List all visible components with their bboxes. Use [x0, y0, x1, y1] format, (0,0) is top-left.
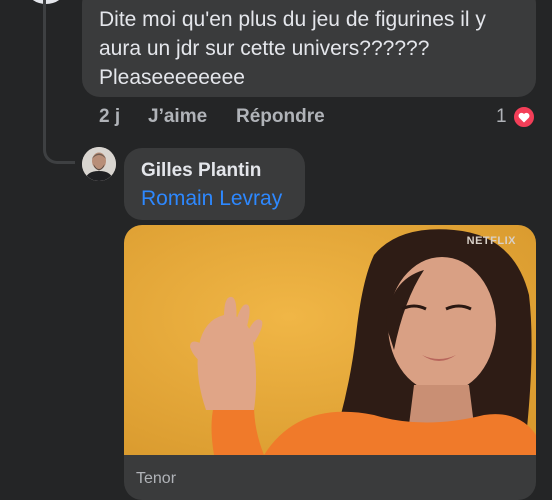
reply-author-avatar[interactable] [82, 147, 116, 181]
reaction-count[interactable]: 1 [496, 106, 507, 128]
reply-button[interactable]: Répondre [236, 106, 325, 128]
thread-connector-line [43, 0, 75, 164]
gif-image[interactable] [124, 225, 536, 455]
reply-bubble: Gilles Plantin Romain Levray [124, 148, 305, 220]
reply-mention-link[interactable]: Romain Levray [141, 187, 282, 211]
reply-author-name[interactable]: Gilles Plantin [141, 160, 261, 182]
comment-bubble: Dite moi qu'en plus du jeu de figurines … [82, 0, 536, 97]
netflix-watermark: NETFLIX [466, 235, 516, 247]
comment-timestamp[interactable]: 2 j [99, 106, 120, 128]
gif-attachment[interactable]: NETFLIX Tenor [124, 225, 536, 500]
like-button[interactable]: J’aime [148, 106, 207, 128]
comment-text: Dite moi qu'en plus du jeu de figurines … [99, 8, 486, 89]
love-reaction-icon[interactable] [512, 105, 536, 129]
gif-source-label[interactable]: Tenor [136, 470, 176, 488]
